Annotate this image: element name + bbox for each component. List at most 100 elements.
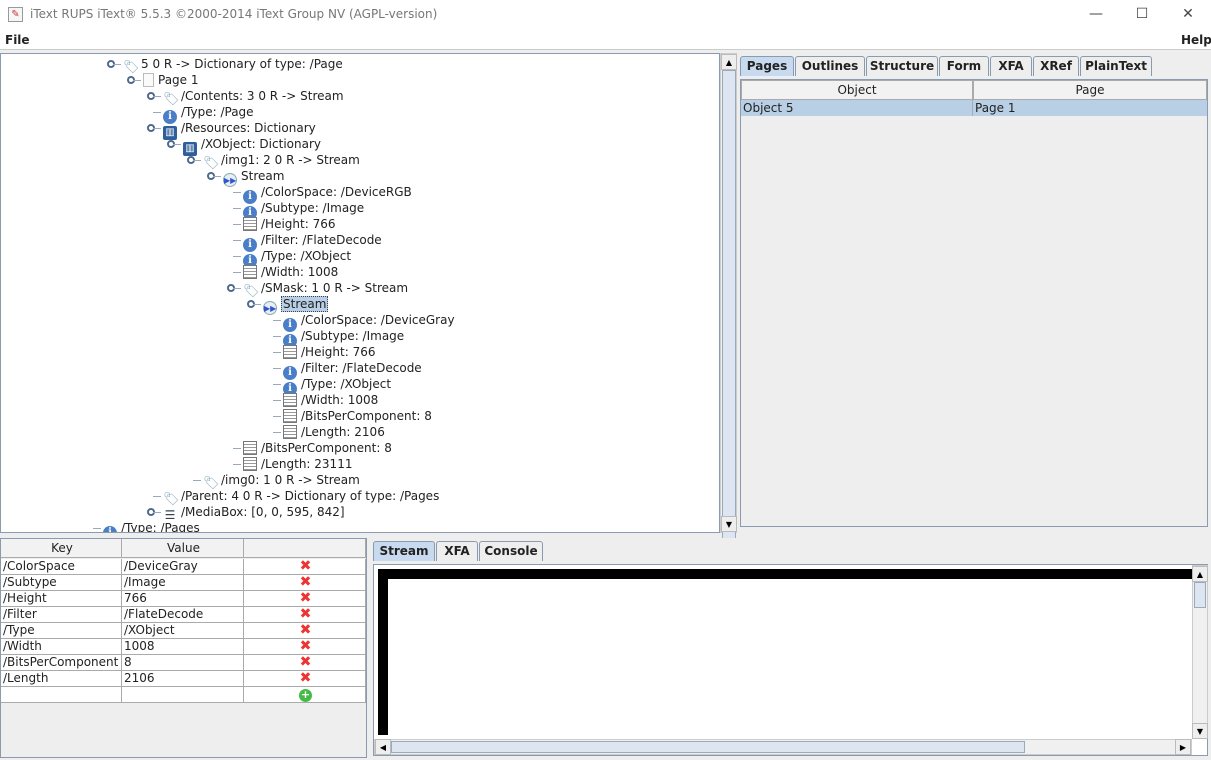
table-row[interactable]: /Length 2106 ✖ xyxy=(1,671,366,687)
tree-node[interactable]: /Width: 1008 xyxy=(243,264,338,280)
key-cell[interactable]: /Height xyxy=(1,591,122,607)
value-cell[interactable]: 8 xyxy=(122,655,244,671)
col-header[interactable] xyxy=(244,539,366,558)
tree-node[interactable]: /BitsPerComponent: 8 xyxy=(243,440,392,456)
delete-icon[interactable]: ✖ xyxy=(244,575,366,591)
tree-node[interactable]: 🏷/Contents: 3 0 R -> Stream xyxy=(163,88,344,107)
stream-horizontal-scrollbar[interactable]: ◀ ▶ xyxy=(374,739,1192,755)
value-cell[interactable]: /DeviceGray xyxy=(122,559,244,575)
tree-node[interactable]: ▥ /XObject: Dictionary xyxy=(183,136,321,156)
menu-help[interactable]: Help xyxy=(1181,33,1211,47)
delete-icon[interactable]: ✖ xyxy=(244,671,366,687)
tree-node[interactable]: /Length: 2106 xyxy=(283,424,385,440)
scroll-down-button[interactable]: ▼ xyxy=(1192,723,1208,739)
tree-node[interactable]: /Width: 1008 xyxy=(283,392,378,408)
table-row[interactable]: + xyxy=(1,687,366,703)
scroll-thumb[interactable] xyxy=(722,70,736,548)
tree-node[interactable]: 🏷/SMask: 1 0 R -> Stream xyxy=(243,280,408,299)
table-row[interactable]: Object 5 Page 1 xyxy=(741,100,1207,116)
tree-node[interactable]: i/Subtype: /Image xyxy=(243,200,364,220)
tree-node[interactable]: i/Type: /XObject xyxy=(243,248,351,268)
tree-node[interactable]: ▶▶ Stream xyxy=(223,168,284,187)
key-cell[interactable]: /BitsPerComponent xyxy=(1,655,122,671)
key-cell[interactable]: /ColorSpace xyxy=(1,559,122,575)
value-cell[interactable]: /XObject xyxy=(122,623,244,639)
tab-xref[interactable]: XRef xyxy=(1033,56,1079,76)
scroll-up-button[interactable]: ▲ xyxy=(721,54,737,70)
key-cell[interactable]: /Length xyxy=(1,671,122,687)
tree-node[interactable]: /BitsPerComponent: 8 xyxy=(283,408,432,424)
tab-form[interactable]: Form xyxy=(939,56,989,76)
tree-node[interactable]: /Height: 766 xyxy=(243,216,335,232)
tree-node[interactable]: /Height: 766 xyxy=(283,344,375,360)
value-cell[interactable]: 1008 xyxy=(122,639,244,655)
table-row[interactable]: /Height 766 ✖ xyxy=(1,591,366,607)
scroll-right-button[interactable]: ▶ xyxy=(1175,739,1191,755)
key-cell[interactable]: /Subtype xyxy=(1,575,122,591)
table-row[interactable]: /Filter/FlateDecode ✖ xyxy=(1,607,366,623)
stream-text-area[interactable] xyxy=(378,569,1192,735)
tree-node[interactable]: ☰/MediaBox: [0, 0, 595, 842] xyxy=(163,504,345,522)
scroll-thumb[interactable] xyxy=(1194,582,1206,608)
stream-vertical-scrollbar[interactable]: ▲ ▼ xyxy=(1192,565,1208,739)
delete-icon[interactable]: ✖ xyxy=(244,639,366,655)
delete-icon[interactable]: ✖ xyxy=(244,591,366,607)
tree-node[interactable]: i/Subtype: /Image xyxy=(283,328,404,348)
table-row[interactable]: /BitsPerComponent 8 ✖ xyxy=(1,655,366,671)
add-entry-button[interactable]: + xyxy=(244,687,366,703)
col-header-page[interactable]: Page xyxy=(973,80,1207,100)
delete-icon[interactable]: ✖ xyxy=(244,607,366,623)
pdf-object-tree[interactable]: 🏷5 0 R -> Dictionary of type: /Page Page … xyxy=(0,53,720,533)
value-cell[interactable]: 2106 xyxy=(122,671,244,687)
tree-node[interactable]: i/Filter: /FlateDecode xyxy=(243,232,382,252)
tree-node[interactable]: i/Filter: /FlateDecode xyxy=(283,360,422,380)
tree-node[interactable]: i/Type: /XObject xyxy=(283,376,391,396)
tab-stream[interactable]: Stream xyxy=(373,541,435,561)
tree-node[interactable]: ▥ /Resources: Dictionary xyxy=(163,120,316,140)
table-row[interactable]: /Type/XObject ✖ xyxy=(1,623,366,639)
tab-xfa[interactable]: XFA xyxy=(436,541,478,561)
key-cell[interactable]: /Type xyxy=(1,623,122,639)
value-cell[interactable] xyxy=(122,687,244,703)
col-header-object[interactable]: Object xyxy=(741,80,973,100)
table-row[interactable]: /Width 1008 ✖ xyxy=(1,639,366,655)
scroll-left-button[interactable]: ◀ xyxy=(375,739,391,755)
value-cell[interactable]: /FlateDecode xyxy=(122,607,244,623)
tree-node[interactable]: Page 1 xyxy=(143,72,199,88)
tree-node[interactable]: ▶▶ Stream xyxy=(263,296,329,315)
menu-file[interactable]: File xyxy=(5,33,30,47)
tree-node[interactable]: 🏷/Parent: 4 0 R -> Dictionary of type: /… xyxy=(163,488,439,507)
tree-node[interactable]: i/ColorSpace: /DeviceRGB xyxy=(243,184,412,204)
key-cell[interactable]: /Filter xyxy=(1,607,122,623)
tree-node[interactable]: i/Type: /Page xyxy=(163,104,254,124)
minimize-button[interactable]: — xyxy=(1073,0,1119,30)
scroll-up-button[interactable]: ▲ xyxy=(1192,566,1208,582)
key-cell[interactable]: /Width xyxy=(1,639,122,655)
tab-plaintext[interactable]: PlainText xyxy=(1080,56,1152,76)
col-header[interactable]: Value xyxy=(122,539,244,558)
tab-xfa[interactable]: XFA xyxy=(990,56,1032,76)
delete-icon[interactable]: ✖ xyxy=(244,559,366,575)
close-button[interactable]: ✕ xyxy=(1165,0,1211,30)
scroll-down-button[interactable]: ▼ xyxy=(721,516,737,532)
add-icon[interactable]: + xyxy=(299,689,312,702)
tree-node[interactable]: 🏷/img0: 1 0 R -> Stream xyxy=(203,472,360,491)
col-header[interactable]: Key xyxy=(1,539,122,558)
tree-vertical-scrollbar[interactable]: ▲ ▼ xyxy=(720,53,737,548)
maximize-button[interactable]: ☐ xyxy=(1119,0,1165,30)
key-cell[interactable] xyxy=(1,687,122,703)
table-row[interactable]: /ColorSpace/DeviceGray ✖ xyxy=(1,559,366,575)
tree-node[interactable]: /Length: 23111 xyxy=(243,456,352,472)
tree-node[interactable]: 🏷/img1: 2 0 R -> Stream xyxy=(203,152,360,171)
scroll-thumb[interactable] xyxy=(391,741,1025,753)
tab-pages[interactable]: Pages xyxy=(740,56,794,76)
delete-icon[interactable]: ✖ xyxy=(244,655,366,671)
tree-node[interactable]: i/Type: /Pages xyxy=(103,520,200,532)
tree-node[interactable]: 🏷5 0 R -> Dictionary of type: /Page xyxy=(123,56,343,75)
tab-console[interactable]: Console xyxy=(479,541,543,561)
delete-icon[interactable]: ✖ xyxy=(244,623,366,639)
value-cell[interactable]: /Image xyxy=(122,575,244,591)
tree-node[interactable]: i/ColorSpace: /DeviceGray xyxy=(283,312,455,332)
table-row[interactable]: /Subtype/Image ✖ xyxy=(1,575,366,591)
tab-outlines[interactable]: Outlines xyxy=(795,56,865,76)
